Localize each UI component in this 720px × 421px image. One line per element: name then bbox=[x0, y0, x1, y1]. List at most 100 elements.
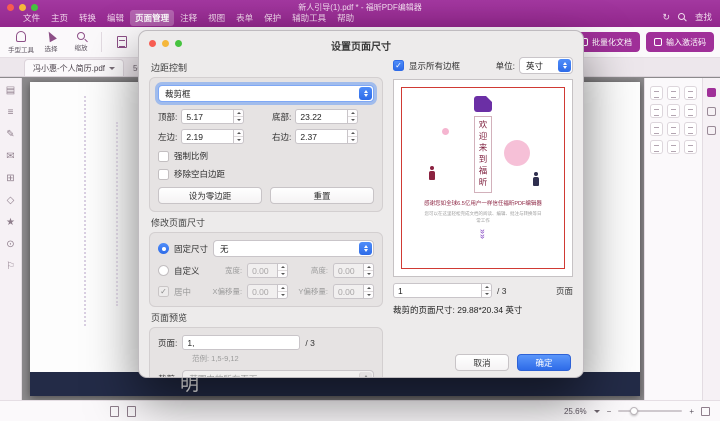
page-decoration-dots bbox=[116, 122, 118, 306]
right-margin-stepper[interactable]: 2.37 bbox=[295, 129, 358, 144]
width-stepper[interactable]: 0.00 bbox=[247, 263, 288, 278]
align-bottom-button[interactable] bbox=[684, 104, 697, 118]
enter-activation-code-button[interactable]: 输入激活码 bbox=[646, 32, 714, 52]
stepper-arrows-icon[interactable] bbox=[277, 284, 288, 299]
distribute-horizontal-button[interactable] bbox=[650, 122, 663, 136]
arrange-panel bbox=[644, 78, 702, 400]
remove-blank-margins-checkbox[interactable] bbox=[158, 169, 169, 180]
sync-icon[interactable]: ↻ bbox=[662, 13, 670, 22]
menu-item-file[interactable]: 文件 bbox=[18, 10, 45, 26]
zoom-out-button[interactable]: − bbox=[607, 407, 612, 416]
stepper-arrows-icon[interactable] bbox=[347, 129, 358, 144]
welcome-body-text: 您可以在这里轻松完成文档的阅读、编辑、批注与转换等日常工作 bbox=[423, 210, 543, 224]
crop-boundary-box: 欢迎来到福昕 感谢您如全球6.5亿用户一样信任福昕PDF编辑器 您可以在这里轻松… bbox=[401, 87, 565, 269]
right-panel-rail bbox=[702, 78, 720, 400]
search-label[interactable]: 查找 bbox=[695, 11, 712, 23]
dialog-left-column: 边距控制 裁剪框 顶部: 5.17 bbox=[149, 57, 383, 349]
single-page-view-icon[interactable] bbox=[110, 406, 119, 417]
align-right-button[interactable] bbox=[684, 86, 697, 100]
center-checkbox[interactable]: ✓ bbox=[158, 286, 169, 297]
fixed-size-select[interactable]: 无 bbox=[213, 240, 374, 257]
stepper-arrows-icon[interactable] bbox=[481, 283, 492, 298]
menu-item-page-management[interactable]: 页面管理 bbox=[130, 10, 174, 26]
align-left-button[interactable] bbox=[650, 86, 663, 100]
height-stepper[interactable]: 0.00 bbox=[333, 263, 374, 278]
chevron-down-icon[interactable] bbox=[109, 67, 115, 70]
cancel-button[interactable]: 取消 bbox=[455, 354, 509, 371]
menu-item-edit[interactable]: 编辑 bbox=[102, 10, 129, 26]
menu-item-protect[interactable]: 保护 bbox=[259, 10, 286, 26]
bottom-margin-stepper[interactable]: 23.22 bbox=[295, 109, 358, 124]
layers-panel-icon[interactable]: ◇ bbox=[7, 196, 15, 206]
attachments-panel-icon[interactable]: ✉ bbox=[6, 152, 14, 162]
ok-button[interactable]: 确定 bbox=[517, 354, 571, 371]
zoom-slider-knob[interactable] bbox=[630, 407, 638, 415]
fullscreen-icon[interactable] bbox=[701, 407, 710, 416]
page-tool-button-1[interactable] bbox=[107, 28, 137, 56]
menu-item-home[interactable]: 主页 bbox=[46, 10, 73, 26]
page-tool-icon bbox=[117, 36, 127, 48]
custom-size-radio[interactable] bbox=[158, 265, 169, 276]
arrange-option-button[interactable] bbox=[684, 140, 697, 154]
fields-panel-icon[interactable]: ⊞ bbox=[6, 174, 14, 184]
hand-tool-button[interactable]: 手型工具 bbox=[6, 28, 36, 56]
stepper-arrows-icon[interactable] bbox=[363, 263, 374, 278]
annotations-panel-icon[interactable]: ✎ bbox=[6, 130, 14, 140]
align-top-button[interactable] bbox=[650, 104, 663, 118]
signatures-panel-icon[interactable]: ★ bbox=[6, 218, 15, 228]
properties-panel-icon[interactable] bbox=[707, 107, 716, 116]
stepper-arrows-icon[interactable] bbox=[277, 263, 288, 278]
stepper-arrows-icon[interactable] bbox=[363, 284, 374, 299]
menu-item-convert[interactable]: 转换 bbox=[74, 10, 101, 26]
y-offset-stepper[interactable]: 0.00 bbox=[333, 284, 374, 299]
x-offset-stepper[interactable]: 0.00 bbox=[247, 284, 288, 299]
thumbnails-panel-icon[interactable]: ▤ bbox=[6, 86, 15, 96]
stepper-arrows-icon[interactable] bbox=[347, 109, 358, 124]
page-range-input[interactable]: 1, bbox=[182, 335, 300, 350]
alignment-grid bbox=[650, 86, 697, 154]
zoom-tool-button[interactable]: 缩放 bbox=[66, 28, 96, 56]
stepper-arrows-icon[interactable] bbox=[233, 109, 244, 124]
fixed-size-radio[interactable] bbox=[158, 243, 169, 254]
zoom-dropdown-icon[interactable] bbox=[594, 410, 600, 413]
set-zero-margins-button[interactable]: 设为零边距 bbox=[158, 187, 262, 204]
menu-item-accessibility[interactable]: 辅助工具 bbox=[287, 10, 331, 26]
crop-scope-select[interactable]: 范围内的所有页面 bbox=[182, 370, 374, 378]
align-center-button[interactable] bbox=[667, 86, 680, 100]
arrange-option-button[interactable] bbox=[667, 140, 680, 154]
stepper-arrows-icon[interactable] bbox=[233, 129, 244, 144]
bookmarks-panel-icon[interactable]: ≡ bbox=[8, 108, 14, 118]
menu-item-view[interactable]: 视图 bbox=[203, 10, 230, 26]
search-icon[interactable] bbox=[678, 13, 687, 22]
page-preview-frame: 欢迎来到福昕 感谢您如全球6.5亿用户一样信任福昕PDF编辑器 您可以在这里轻松… bbox=[393, 79, 573, 277]
show-all-borders-checkbox[interactable]: ✓ bbox=[393, 60, 404, 71]
destinations-panel-icon[interactable]: ⊙ bbox=[6, 240, 14, 250]
align-middle-button[interactable] bbox=[667, 104, 680, 118]
arrange-option-button[interactable] bbox=[650, 140, 663, 154]
welcome-vertical-text: 欢迎来到福昕 bbox=[474, 116, 492, 193]
left-margin-stepper[interactable]: 2.19 bbox=[181, 129, 244, 144]
menu-item-help[interactable]: 帮助 bbox=[332, 10, 359, 26]
zoom-in-button[interactable]: + bbox=[689, 407, 694, 416]
constrain-proportions-checkbox[interactable] bbox=[158, 151, 169, 162]
menu-item-comment[interactable]: 注释 bbox=[175, 10, 202, 26]
document-tab-active[interactable]: 冯小惠-个人简历.pdf bbox=[24, 59, 124, 76]
menu-item-form[interactable]: 表单 bbox=[231, 10, 258, 26]
welcome-subtitle: 感谢您如全球6.5亿用户一样信任福昕PDF编辑器 bbox=[424, 199, 542, 207]
format-panel-icon[interactable] bbox=[707, 88, 716, 97]
show-all-borders-label: 显示所有边框 bbox=[409, 60, 460, 72]
preview-page-stepper[interactable]: 1 bbox=[393, 283, 492, 298]
zoom-slider[interactable] bbox=[618, 410, 682, 412]
size-match-button[interactable] bbox=[684, 122, 697, 136]
box-type-select[interactable]: 裁剪框 bbox=[158, 85, 374, 102]
units-select[interactable]: 英寸 bbox=[519, 57, 573, 74]
flag-panel-icon[interactable]: ⚐ bbox=[6, 262, 15, 272]
distribute-vertical-button[interactable] bbox=[667, 122, 680, 136]
continuous-view-icon[interactable] bbox=[127, 406, 136, 417]
search-panel-icon[interactable] bbox=[707, 126, 716, 135]
top-margin-stepper[interactable]: 5.17 bbox=[181, 109, 244, 124]
select-tool-button[interactable]: 选择 bbox=[36, 28, 66, 56]
reset-button[interactable]: 重置 bbox=[270, 187, 374, 204]
dialog-footer: 取消 确定 bbox=[455, 354, 571, 371]
zoom-percent[interactable]: 25.6% bbox=[564, 407, 587, 416]
